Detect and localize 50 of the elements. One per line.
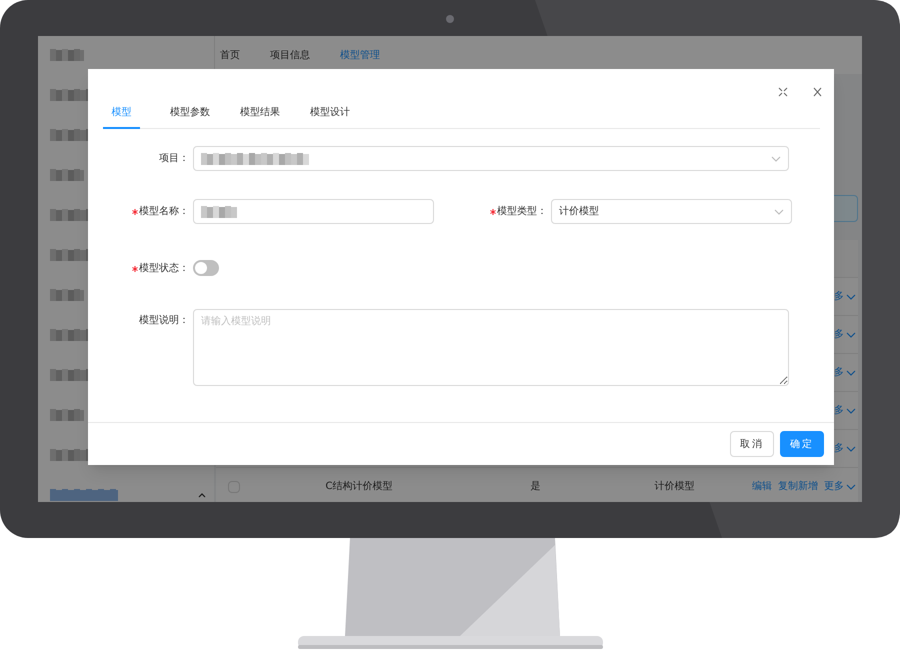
redacted-text xyxy=(50,489,118,501)
table-cell: C结构计价模型 xyxy=(326,481,392,492)
redacted-text xyxy=(201,206,237,218)
nav-tab[interactable]: 首页 xyxy=(220,48,240,62)
chevron-down-icon xyxy=(774,208,784,214)
dialog-tab[interactable]: 模型设计 xyxy=(310,97,350,129)
field-label: 模型状态： xyxy=(139,262,189,276)
select-field[interactable] xyxy=(193,146,789,171)
chevron-down-icon xyxy=(846,370,856,376)
collapse-icon[interactable] xyxy=(778,87,788,97)
chevron-down-icon xyxy=(846,294,856,300)
cancel-button[interactable]: 取消 xyxy=(730,431,774,457)
dialog-tab[interactable]: 模型结果 xyxy=(240,97,280,129)
redacted-text xyxy=(50,289,84,301)
field-label: 项目： xyxy=(159,152,189,166)
field-label: 模型类型： xyxy=(497,204,547,219)
required-icon xyxy=(132,208,138,214)
table-cell: 是 xyxy=(530,481,540,492)
action-link[interactable]: 多 xyxy=(834,365,844,380)
chevron-down-icon xyxy=(846,446,856,452)
field-label: 模型说明： xyxy=(139,314,189,328)
chevron-down-icon xyxy=(846,484,856,490)
action-link[interactable]: 更多 xyxy=(824,479,844,494)
required-icon xyxy=(132,266,138,272)
close-icon[interactable] xyxy=(813,87,822,97)
nav-tab[interactable]: 模型管理 xyxy=(340,48,380,62)
dialog-tab[interactable]: 模型 xyxy=(103,97,140,129)
caret-up-icon[interactable] xyxy=(198,492,206,498)
dialog-tab[interactable]: 模型参数 xyxy=(170,97,210,129)
chevron-down-icon xyxy=(846,332,856,338)
nav-tab[interactable]: 项目信息 xyxy=(270,48,310,62)
action-link[interactable]: 多 xyxy=(834,403,844,418)
confirm-button[interactable]: 确定 xyxy=(780,431,824,457)
table-cell: 计价模型 xyxy=(654,481,694,492)
chevron-down-icon xyxy=(846,408,856,414)
input-field[interactable] xyxy=(193,199,434,224)
redacted-text xyxy=(50,49,84,61)
action-link[interactable]: 复制新增 xyxy=(778,479,818,494)
action-link[interactable]: 多 xyxy=(834,441,844,456)
select-field[interactable]: 计价模型 xyxy=(551,199,792,224)
redacted-text xyxy=(50,409,84,421)
redacted-text xyxy=(50,169,84,181)
field-label: 模型名称： xyxy=(139,204,189,219)
toggle-switch[interactable] xyxy=(193,260,219,276)
action-link[interactable]: 编辑 xyxy=(752,479,772,494)
required-icon xyxy=(490,208,496,214)
description-textarea[interactable]: 请输入模型说明 xyxy=(193,309,789,386)
action-link[interactable]: 多 xyxy=(834,289,844,304)
chevron-down-icon xyxy=(771,156,781,162)
action-link[interactable]: 多 xyxy=(834,327,844,342)
